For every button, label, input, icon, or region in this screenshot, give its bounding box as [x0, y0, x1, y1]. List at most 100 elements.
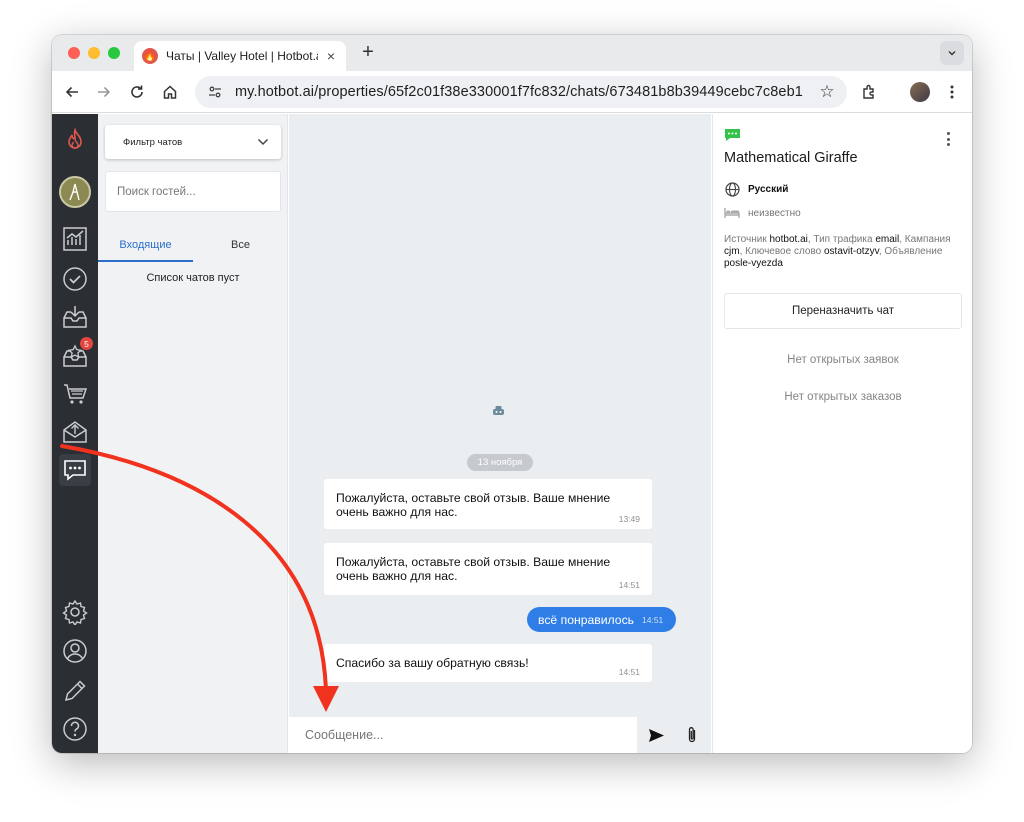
user-avatar[interactable] [59, 176, 91, 208]
message-text: Пожалуйста, оставьте свой отзыв. Ваше мн… [336, 555, 611, 583]
no-open-requests-text: Нет открытых заявок [787, 354, 899, 366]
hotbot-app: 5 Фильтр чатов Поиск гостей... Входящие … [52, 114, 972, 753]
extensions-button[interactable] [858, 80, 882, 104]
tab-all[interactable]: Все [193, 232, 288, 262]
reload-button[interactable] [125, 80, 149, 104]
send-button[interactable] [646, 725, 666, 745]
chevron-down-icon [948, 51, 956, 56]
title-bar: 🔥 Чаты | Valley Hotel | Hotbot.ai × + [52, 35, 972, 71]
browser-tab[interactable]: 🔥 Чаты | Valley Hotel | Hotbot.ai × [134, 41, 346, 71]
nav-settings[interactable] [59, 596, 91, 628]
message-input[interactable] [289, 717, 637, 753]
nav-shop[interactable] [59, 378, 91, 410]
room-value: неизвестно [748, 207, 801, 219]
message-bubble-incoming: Пожалуйста, оставьте свой отзыв. Ваше мн… [324, 543, 652, 595]
home-button[interactable] [158, 80, 182, 104]
send-icon [648, 728, 664, 742]
nav-chats[interactable] [59, 454, 91, 486]
browser-toolbar: my.hotbot.ai/properties/65f2c01f38e33000… [52, 71, 972, 113]
browser-menu-button[interactable] [940, 80, 964, 104]
message-time: 14:51 [642, 614, 664, 625]
nav-analytics[interactable] [59, 223, 91, 255]
nav-help[interactable] [59, 713, 91, 745]
more-vertical-icon [950, 85, 954, 99]
arrow-left-icon [65, 86, 78, 98]
guest-menu-icon[interactable] [941, 130, 955, 148]
forward-button[interactable] [92, 80, 116, 104]
flame-icon [68, 127, 82, 149]
conversation-panel: 13 ноября Пожалуйста, оставьте свой отзы… [289, 114, 711, 753]
check-circle-icon [63, 267, 87, 291]
message-text: всё понравилось [538, 612, 635, 627]
user-circle-icon [63, 639, 87, 663]
message-time: 14:51 [618, 667, 640, 677]
url-text: my.hotbot.ai/properties/65f2c01f38e33000… [235, 84, 803, 100]
chat-list-panel: Фильтр чатов Входящие Все Список чатов п… [98, 114, 288, 753]
tab-incoming[interactable]: Входящие [98, 232, 193, 262]
chat-bubble-icon [64, 460, 86, 481]
back-button[interactable] [60, 80, 84, 104]
chat-filter-label: Фильтр чатов [123, 136, 183, 148]
empty-chat-list-text: Список чатов пуст [146, 272, 240, 284]
date-separator: 13 ноября [467, 454, 533, 471]
guest-search-input[interactable] [105, 171, 281, 212]
chevron-down-icon [257, 138, 269, 146]
chart-icon [63, 227, 87, 251]
language-value: Русский [748, 183, 789, 195]
site-settings-icon[interactable] [205, 82, 225, 102]
mail-upload-icon [63, 421, 87, 443]
message-bubble-incoming: Пожалуйста, оставьте свой отзыв. Ваше мн… [324, 479, 652, 529]
reassign-chat-button[interactable]: Переназначить чат [724, 293, 962, 329]
nav-mailings[interactable] [59, 416, 91, 448]
maximize-window-button[interactable] [108, 47, 120, 59]
traffic-source-info: Источник hotbot.ai, Тип трафика email, К… [724, 234, 951, 269]
message-time: 13:49 [618, 514, 640, 524]
chat-filter-dropdown[interactable]: Фильтр чатов [105, 125, 281, 159]
tab-search-button[interactable] [940, 41, 964, 65]
bed-icon [724, 205, 740, 221]
giraffe-icon [69, 183, 80, 201]
chat-list-tabs: Входящие Все [98, 232, 288, 262]
message-bubble-outgoing: всё понравилось 14:51 [527, 607, 676, 632]
close-window-button[interactable] [68, 47, 80, 59]
profile-avatar[interactable] [910, 82, 930, 102]
pencil-icon [64, 680, 86, 702]
language-row: Русский [724, 181, 788, 197]
nav-rail: 5 [52, 114, 98, 753]
inbox-download-icon [63, 306, 87, 328]
browser-window: 🔥 Чаты | Valley Hotel | Hotbot.ai × + my… [52, 35, 972, 753]
paperclip-icon [688, 727, 696, 743]
arrow-right-icon [98, 86, 111, 98]
guest-name: Mathematical Giraffe [724, 150, 858, 166]
message-text: Пожалуйста, оставьте свой отзыв. Ваше мн… [336, 491, 611, 519]
nav-inbox[interactable] [59, 301, 91, 333]
home-icon [163, 85, 177, 99]
puzzle-icon [863, 84, 874, 99]
help-icon [63, 717, 87, 741]
reload-icon [131, 85, 143, 98]
nav-tasks[interactable] [59, 263, 91, 295]
message-text: Спасибо за вашу обратную связь! [336, 656, 529, 670]
cart-icon [64, 384, 88, 404]
minimize-window-button[interactable] [88, 47, 100, 59]
globe-icon [724, 181, 740, 197]
message-composer [289, 717, 711, 753]
gear-icon [62, 599, 88, 625]
hotbot-favicon-icon: 🔥 [142, 48, 158, 64]
message-bubble-incoming: Спасибо за вашу обратную связь! 14:51 [324, 644, 652, 682]
nav-profile[interactable] [59, 635, 91, 667]
guest-details-panel: Mathematical Giraffe Русский неизвестно … [712, 114, 972, 753]
reviews-badge: 5 [80, 337, 93, 350]
message-time: 14:51 [618, 580, 640, 590]
address-bar[interactable]: my.hotbot.ai/properties/65f2c01f38e33000… [195, 76, 847, 108]
new-tab-button[interactable]: + [358, 41, 378, 64]
tab-title: Чаты | Valley Hotel | Hotbot.ai [166, 49, 318, 63]
attach-button[interactable] [682, 725, 702, 745]
hotbot-logo[interactable] [59, 124, 91, 156]
chat-channel-icon [725, 129, 740, 141]
bookmark-star-icon[interactable]: ☆ [817, 82, 837, 102]
bot-icon [492, 404, 505, 419]
room-row: неизвестно [724, 205, 801, 221]
tab-close-icon[interactable]: × [324, 48, 338, 64]
nav-edit[interactable] [59, 675, 91, 707]
